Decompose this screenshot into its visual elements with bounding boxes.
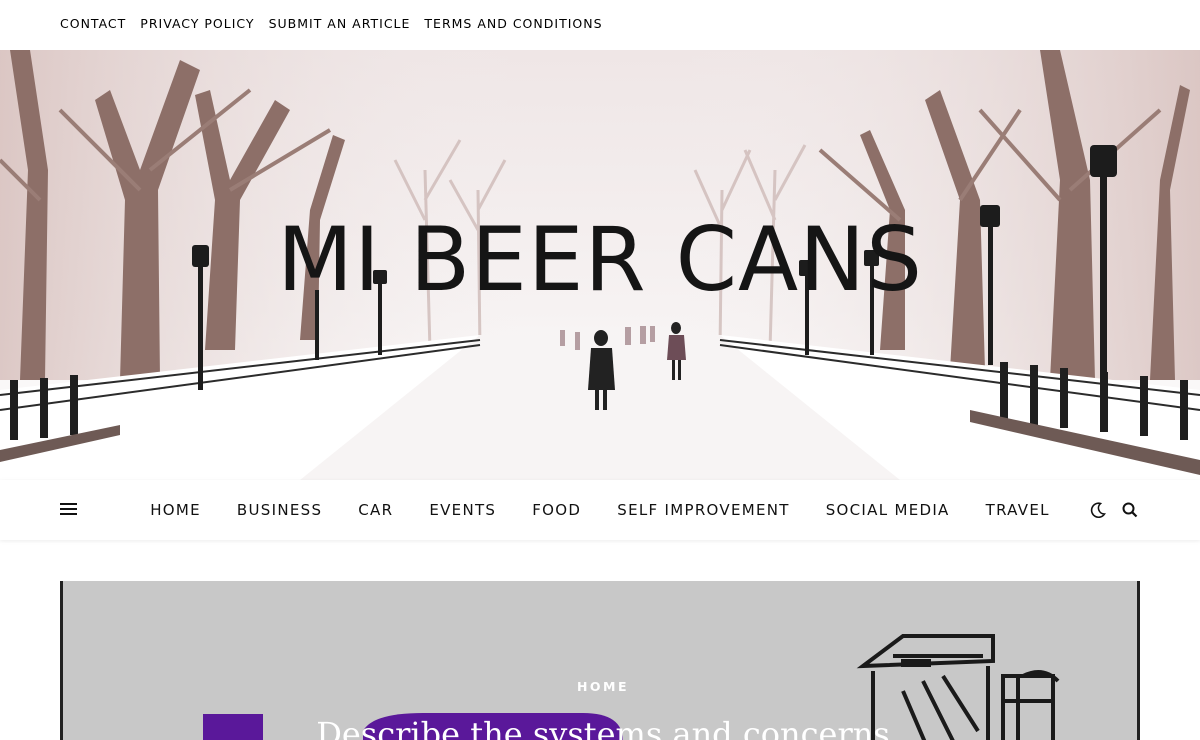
featured-post-title[interactable]: Describe the systems and concerns xyxy=(63,715,1137,740)
search-icon[interactable] xyxy=(1120,500,1140,520)
top-menu-contact[interactable]: CONTACT xyxy=(60,16,126,31)
nav-item-social-media[interactable]: SOCIAL MEDIA xyxy=(826,501,950,519)
header-banner: MI BEER CANS xyxy=(0,50,1200,480)
top-utility-bar: CONTACT PRIVACY POLICY SUBMIT AN ARTICLE… xyxy=(0,0,1200,50)
nav-item-car[interactable]: CAR xyxy=(358,501,393,519)
nav-item-home[interactable]: HOME xyxy=(150,501,201,519)
nav-item-events[interactable]: EVENTS xyxy=(429,501,496,519)
site-title[interactable]: MI BEER CANS xyxy=(0,208,1200,311)
nav-item-self-improvement[interactable]: SELF IMPROVEMENT xyxy=(617,501,789,519)
top-menu-privacy-policy[interactable]: PRIVACY POLICY xyxy=(140,16,254,31)
nav-item-travel[interactable]: TRAVEL xyxy=(986,501,1050,519)
nav-item-business[interactable]: BUSINESS xyxy=(237,501,322,519)
main-navigation: HOME BUSINESS CAR EVENTS FOOD SELF IMPRO… xyxy=(0,480,1200,540)
dark-mode-moon-icon[interactable] xyxy=(1088,500,1108,520)
top-menu-terms[interactable]: TERMS AND CONDITIONS xyxy=(424,16,602,31)
nav-item-food[interactable]: FOOD xyxy=(532,501,581,519)
main-nav-list: HOME BUSINESS CAR EVENTS FOOD SELF IMPRO… xyxy=(0,501,1200,519)
top-menu: CONTACT PRIVACY POLICY SUBMIT AN ARTICLE… xyxy=(60,16,617,31)
featured-category-label[interactable]: HOME xyxy=(63,679,1137,694)
featured-post-slide[interactable]: HOME Describe the systems and concerns xyxy=(60,581,1140,740)
nav-icon-group xyxy=(1076,500,1140,520)
top-menu-submit-article[interactable]: SUBMIT AN ARTICLE xyxy=(269,16,411,31)
